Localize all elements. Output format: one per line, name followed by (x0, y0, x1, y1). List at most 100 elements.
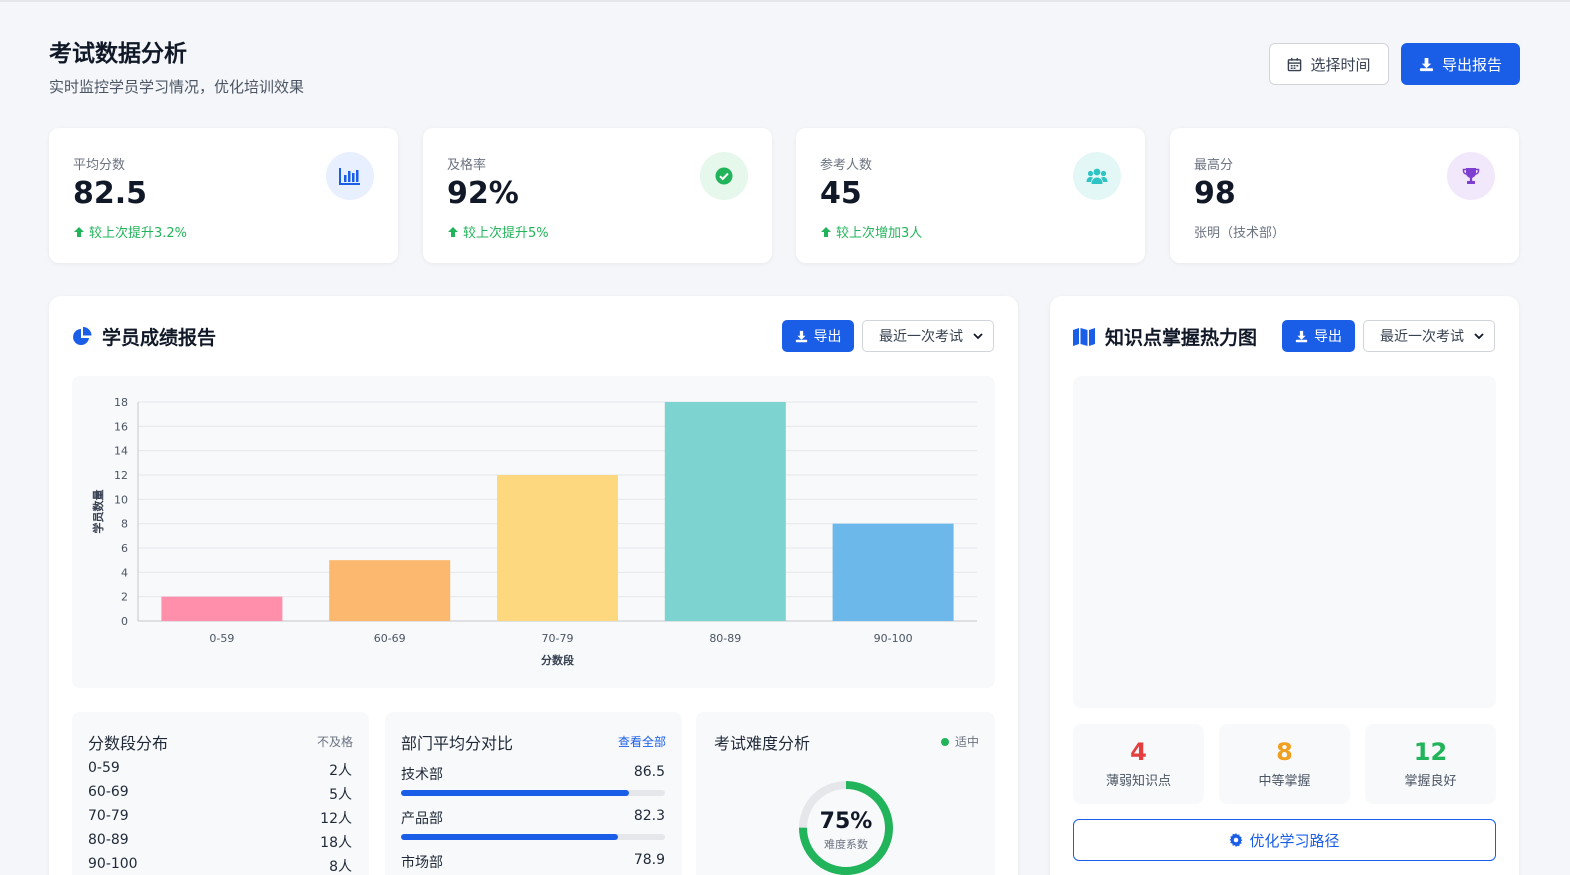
bar-0-59 (161, 596, 283, 621)
range-count: 18人 (320, 835, 352, 851)
department-row: 产品部 82.3 (401, 808, 665, 840)
select-time-button[interactable]: 选择时间 (1269, 43, 1389, 85)
medium-mastery-label: 中等掌握 (1258, 774, 1311, 789)
stat-change-text: 较上次提升3.2% (89, 226, 188, 241)
range-label: 90-100 (88, 856, 138, 872)
range-label: 80-89 (88, 832, 129, 848)
gear-icon (1229, 833, 1244, 847)
range-count: 2人 (329, 763, 352, 779)
score-chart: 0 2 4 6 8 10 12 14 16 18 0-59 60-69 70-79 80-89 90-100… (72, 376, 995, 688)
good-mastery-label: 掌握良好 (1404, 774, 1457, 789)
top-scorer: 张明（技术部） (1194, 226, 1286, 241)
x-axis-label: 分数段 (541, 653, 574, 667)
export-report-label: 导出报告 (1441, 55, 1502, 74)
medium-mastery-count: 8 (1276, 738, 1293, 766)
stat-label: 平均分数 (73, 158, 126, 173)
heatmap-title-text: 知识点掌握热力图 (1105, 327, 1258, 349)
department-row: 技术部 86.5 (401, 764, 665, 796)
view-all-link[interactable]: 查看全部 (618, 733, 666, 750)
difficulty-gauge: 75% 难度系数 (799, 781, 893, 875)
score-bar-chart: 0 2 4 6 8 10 12 14 16 18 0-59 60-69 70-79 80-89 90-100… (91, 396, 977, 667)
x-tick-label: 0-59 (209, 632, 234, 645)
bar-60-69 (329, 560, 451, 621)
arrow-up-icon (448, 226, 458, 237)
bar-80-89 (664, 402, 786, 621)
bar-70-79 (497, 475, 618, 621)
department-score: 86.5 (633, 764, 665, 780)
optimize-path-button[interactable]: 优化学习路径 (1073, 819, 1496, 861)
report-title-text: 学员成绩报告 (102, 327, 217, 349)
department-progress-bar (401, 834, 665, 840)
stat-label: 及格率 (447, 158, 487, 173)
y-tick-label: 4 (121, 566, 128, 579)
calendar-icon (1288, 57, 1302, 71)
x-tick-label: 60-69 (374, 632, 406, 645)
good-mastery-count: 12 (1413, 738, 1448, 766)
y-tick-label: 14 (114, 445, 128, 458)
progress-fill (401, 834, 619, 840)
stat-change: 较上次提升3.2% (73, 222, 187, 241)
chevron-down-icon (1474, 333, 1484, 340)
weak-points-label: 薄弱知识点 (1105, 774, 1171, 789)
stat-value: 98 (1194, 176, 1236, 211)
department-score: 82.3 (633, 808, 665, 824)
top-border (0, 0, 1570, 2)
weak-points-stat: 4 薄弱知识点 (1073, 724, 1204, 804)
arrow-up-icon (821, 226, 831, 237)
report-title: 学员成绩报告 (72, 323, 216, 350)
score-distribution-card: 分数段分布 不及格 0-59 2人 60-69 5人 70-79 12人 80-… (72, 712, 369, 875)
list-item: 70-79 12人 (88, 808, 352, 830)
department-progress-bar (401, 790, 665, 796)
y-tick-label: 8 (121, 518, 128, 531)
stat-value: 82.5 (73, 176, 148, 211)
range-count: 5人 (329, 787, 352, 803)
bar-chart-icon (326, 152, 374, 200)
department-name: 市场部 (401, 855, 443, 871)
y-tick-label: 16 (114, 420, 128, 433)
heatmap-exam-select[interactable]: 最近一次考试 (1363, 320, 1495, 352)
list-item: 60-69 5人 (88, 784, 352, 806)
select-time-label: 选择时间 (1310, 55, 1371, 74)
heatmap-title: 知识点掌握热力图 (1073, 323, 1257, 350)
stat-value: 92% (447, 176, 519, 211)
range-label: 0-59 (88, 760, 120, 776)
y-tick-label: 18 (114, 396, 128, 409)
stat-change-text: 较上次增加3人 (836, 226, 923, 241)
student-report-panel: 学员成绩报告 导出 最近一次考试 0 2 4 6 8 10 12 14 16 18 0-59 60-6… (49, 296, 1018, 875)
list-item: 0-59 2人 (88, 760, 352, 782)
stat-label: 最高分 (1194, 158, 1234, 173)
stat-card-pass-rate: 及格率 92% 较上次提升5% (423, 128, 772, 263)
report-export-button[interactable]: 导出 (782, 320, 854, 352)
difficulty-label: 难度系数 (824, 837, 868, 851)
range-label: 70-79 (88, 808, 129, 824)
heatmap-export-label: 导出 (1314, 329, 1342, 345)
download-icon (1295, 330, 1308, 342)
report-exam-select[interactable]: 最近一次考试 (862, 320, 994, 352)
fail-tag: 不及格 (316, 735, 353, 749)
stat-label: 参考人数 (820, 158, 873, 173)
page-header: 考试数据分析 实时监控学员学习情况，优化培训效果 选择时间 导出报告 (49, 34, 1521, 104)
report-select-value: 最近一次考试 (879, 329, 963, 345)
pie-chart-icon (73, 326, 92, 345)
page-subtitle: 实时监控学员学习情况，优化培训效果 (49, 78, 305, 96)
page-title: 考试数据分析 (49, 41, 187, 67)
export-report-button[interactable]: 导出报告 (1401, 43, 1520, 85)
weak-points-count: 4 (1130, 738, 1147, 766)
heatmap-export-button[interactable]: 导出 (1282, 320, 1355, 352)
stat-card-average: 平均分数 82.5 较上次提升3.2% (49, 128, 398, 263)
x-tick-label: 80-89 (709, 632, 741, 645)
y-tick-label: 6 (121, 542, 128, 555)
download-icon (795, 330, 807, 342)
progress-fill (401, 790, 630, 796)
heatmap-canvas (1073, 376, 1496, 708)
stat-card-top-score: 最高分 98 张明（技术部） (1170, 128, 1519, 263)
download-icon (1419, 57, 1434, 71)
department-name: 产品部 (401, 811, 443, 827)
department-comparison-title: 部门平均分对比 (401, 734, 514, 753)
arrow-up-icon (74, 226, 84, 237)
knowledge-heatmap-panel: 知识点掌握热力图 导出 最近一次考试 4 薄弱知识点 8 中等掌握 12 掌握良… (1050, 296, 1519, 875)
good-mastery-stat: 12 掌握良好 (1365, 724, 1496, 804)
department-comparison-card: 部门平均分对比 查看全部 技术部 86.5 产品部 82.3 市场部 78.9 (385, 712, 682, 875)
department-row: 市场部 78.9 (401, 852, 665, 875)
map-icon (1073, 327, 1095, 346)
